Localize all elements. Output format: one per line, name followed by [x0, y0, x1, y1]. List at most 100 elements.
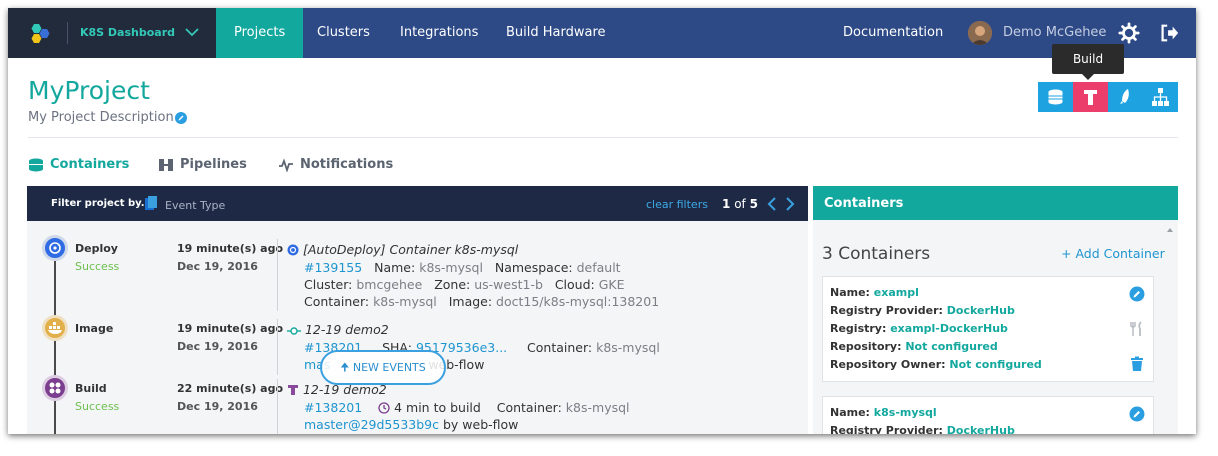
user-name[interactable]: Demo McGehee [1003, 25, 1106, 40]
build-duration: 4 min to build [394, 400, 481, 415]
event-divider [277, 379, 278, 434]
edit-icon[interactable] [1129, 286, 1145, 302]
containers-panel: 3 Containers + Add Container Name: examp… [813, 220, 1178, 434]
database-icon [29, 158, 43, 171]
brand-switcher[interactable]: K8S Dashboard [8, 8, 216, 58]
provider-value: DockerHub [946, 304, 1015, 317]
container-card: Name: k8s-mysql Registry Provider: Docke… [822, 396, 1154, 434]
tab-pipelines-label: Pipelines [180, 157, 247, 172]
card-provider-row: Registry Provider: DockerHub [830, 424, 1015, 434]
event-id-link[interactable]: #138201 [304, 400, 362, 415]
image-label: Image: [448, 294, 493, 309]
registry-label: Registry: [830, 322, 887, 335]
tab-notifications[interactable]: Notifications [278, 157, 393, 172]
event-date: Dec 19, 2016 [177, 340, 258, 353]
timeline-line [54, 251, 56, 434]
event-date: Dec 19, 2016 [177, 400, 258, 413]
scrollbar[interactable] [1166, 226, 1174, 434]
container-value: k8s-mysql [565, 400, 630, 415]
cluster-value: bmcgehee [356, 277, 423, 292]
chevron-right-icon[interactable] [785, 196, 795, 212]
event-type-filter[interactable]: Event Type [165, 199, 225, 212]
event-type: Deploy [75, 242, 118, 255]
kubernetes-icon [49, 242, 61, 254]
chevron-left-icon[interactable] [767, 196, 777, 212]
card-registry-row: Registry: exampl-DockerHub [830, 322, 1008, 335]
hexagon-logo-icon [31, 24, 50, 43]
build-event-icon [42, 375, 68, 401]
event-type: Build [75, 382, 107, 395]
cluster-label: Cluster: [304, 277, 353, 292]
container-name-link[interactable]: k8s-mysql [874, 406, 937, 419]
tab-containers[interactable]: Containers [28, 157, 129, 172]
build-tooltip: Build [1052, 44, 1124, 74]
repository-label: Repository: [830, 340, 902, 353]
zone-value: us-west1-b [474, 277, 543, 292]
build-icon [288, 385, 298, 395]
event-title: [AutoDeploy] Container k8s-mysql [302, 242, 519, 257]
event-title-line: [AutoDeploy] Container k8s-mysql [287, 242, 518, 257]
event-time: 19 minute(s) ago [177, 242, 284, 255]
branch-link[interactable]: master@29d5533b9c [304, 417, 439, 432]
build-icon [49, 382, 61, 394]
user-avatar-icon [968, 21, 992, 45]
tab-pipelines[interactable]: Pipelines [158, 157, 247, 172]
page-separator: of [734, 197, 746, 211]
events-list: Deploy Success 19 minute(s) ago Dec 19, … [27, 221, 808, 434]
brand-name: K8S Dashboard [80, 26, 176, 39]
event-id-link[interactable]: #139155 [304, 260, 362, 275]
image-event-icon [42, 315, 68, 341]
event-time: 19 minute(s) ago [177, 322, 284, 335]
name-label: Name: [374, 260, 416, 275]
build-button[interactable] [1073, 82, 1108, 112]
event-divider [277, 239, 278, 311]
trash-icon[interactable] [1129, 356, 1145, 372]
database-button[interactable] [1038, 82, 1073, 112]
project-description: My Project Description [28, 110, 174, 125]
container-value: k8s-mysql [596, 340, 660, 355]
nav-clusters[interactable]: Clusters [299, 8, 388, 58]
card-provider-row: Registry Provider: DockerHub [830, 304, 1015, 317]
filter-bar: Filter project by... Event Type clear fi… [27, 186, 808, 221]
chevron-down-icon[interactable] [184, 26, 200, 38]
container-value: k8s-mysql [373, 294, 437, 309]
event-divider [277, 319, 278, 375]
edit-icon[interactable] [1129, 406, 1145, 422]
new-events-button[interactable]: 🠉 NEW EVENTS [320, 350, 446, 385]
page-current: 1 [722, 197, 731, 211]
container-label: Container: [496, 400, 562, 415]
nav-build-hardware[interactable]: Build Hardware [488, 8, 624, 58]
sitemap-button[interactable] [1143, 82, 1178, 112]
repository-value: Not configured [905, 340, 998, 353]
event-title: 12-19 demo2 [304, 322, 389, 337]
namespace-label: Namespace: [494, 260, 573, 275]
database-icon [1048, 89, 1063, 105]
card-repository-row: Repository: Not configured [830, 340, 998, 353]
avatar[interactable] [968, 21, 992, 45]
edit-icon[interactable] [175, 112, 187, 124]
logout-icon[interactable] [1158, 22, 1180, 44]
event-detail-line: #139155 Name: k8s-mysql Namespace: defau… [304, 260, 621, 275]
event-detail-line: Container: k8s-mysql Image: doct15/k8s-m… [304, 294, 659, 309]
nav-integrations[interactable]: Integrations [382, 8, 496, 58]
filter-chip-icon[interactable] [145, 196, 157, 210]
container-name-link[interactable]: exampl [874, 286, 919, 299]
nav-projects[interactable]: Projects [216, 8, 304, 58]
docker-icon [48, 322, 62, 334]
namespace-value: default [576, 260, 621, 275]
tooltip-arrow [1082, 74, 1094, 80]
nav-documentation[interactable]: Documentation [843, 8, 943, 58]
gear-icon[interactable] [1118, 22, 1140, 44]
activity-icon [279, 157, 293, 172]
add-container-link[interactable]: + Add Container [1061, 246, 1165, 261]
page-title: MyProject [28, 76, 150, 105]
cloud-value: GKE [598, 277, 625, 292]
card-name-row: Name: exampl [830, 286, 919, 299]
deploy-button[interactable] [1108, 82, 1143, 112]
arrow-up-icon: 🠉 [340, 361, 350, 374]
tools-icon[interactable] [1129, 321, 1145, 337]
image-value: doct15/k8s-mysql:138201 [496, 294, 660, 309]
build-icon [1084, 90, 1097, 105]
clear-filters-link[interactable]: clear filters [646, 198, 708, 211]
top-navigation: K8S Dashboard Projects Clusters Integrat… [8, 8, 1196, 58]
